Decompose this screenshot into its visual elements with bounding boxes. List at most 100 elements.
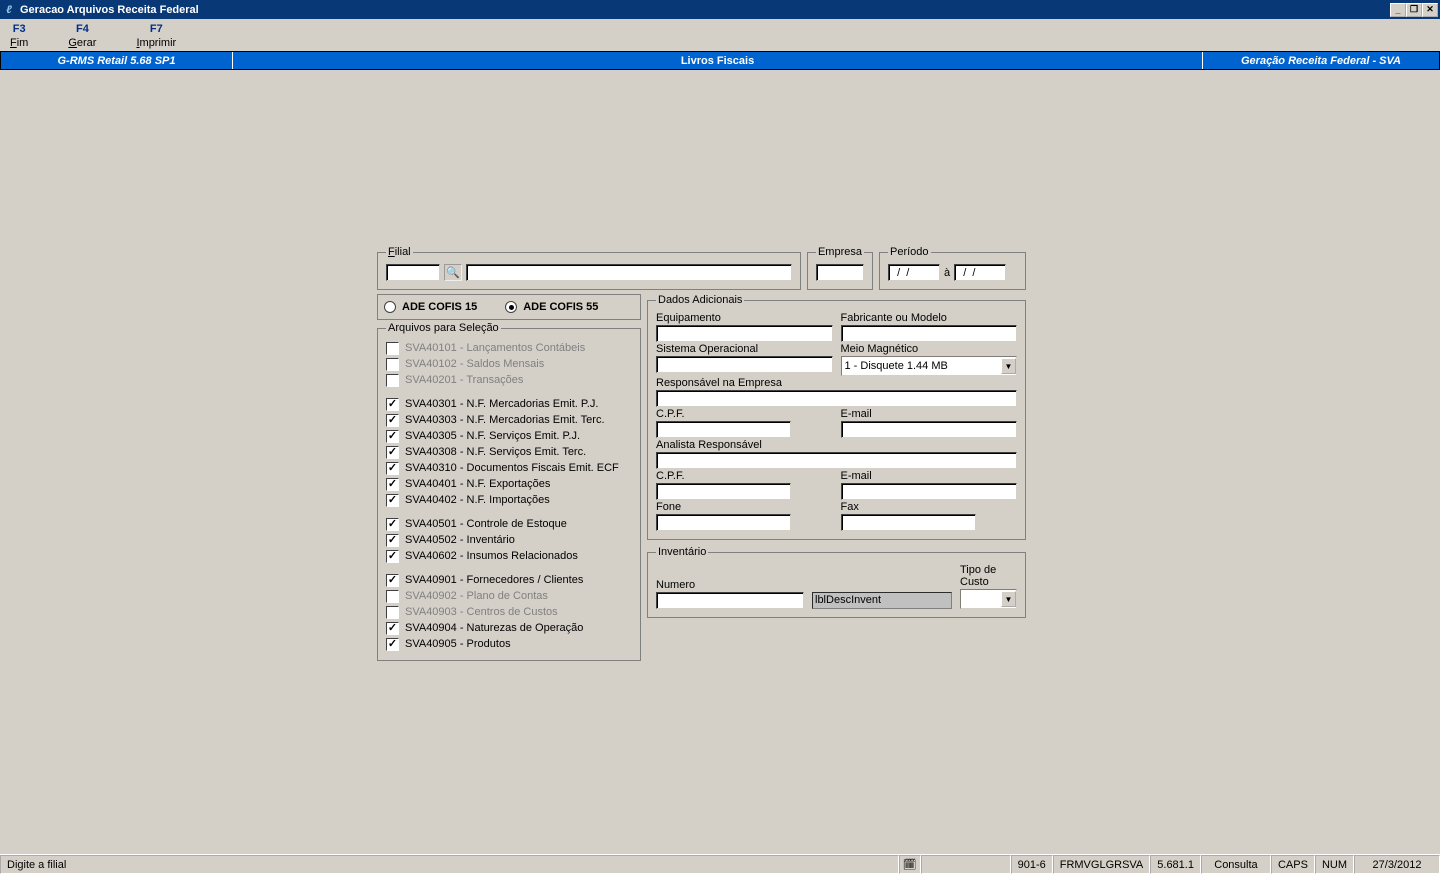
menu-fim[interactable]: F3 Fim: [10, 23, 28, 49]
check-item[interactable]: SVA40308 - N.F. Serviços Emit. Terc.: [386, 444, 632, 460]
empresa-input[interactable]: [816, 264, 864, 281]
legend-dados: Dados Adicionais: [656, 294, 744, 306]
inv-numero-input[interactable]: [656, 592, 804, 609]
check-item[interactable]: SVA40501 - Controle de Estoque: [386, 516, 632, 532]
label-email2: E-mail: [841, 470, 1018, 482]
check-label: SVA40501 - Controle de Estoque: [405, 518, 567, 530]
radio-ade-cofis-15[interactable]: ADE COFIS 15: [384, 301, 477, 313]
menu-gerar[interactable]: F4 Gerar: [68, 23, 96, 49]
fax-input[interactable]: [841, 514, 976, 531]
check-item[interactable]: SVA40310 - Documentos Fiscais Emit. ECF: [386, 460, 632, 476]
fabricante-input[interactable]: [841, 325, 1018, 342]
inv-tipo-select[interactable]: ▼: [960, 589, 1017, 609]
check-item[interactable]: SVA40904 - Naturezas de Operação: [386, 620, 632, 636]
meio-select[interactable]: 1 - Disquete 1.44 MB▼: [841, 356, 1018, 376]
checkbox-icon: [386, 494, 399, 507]
status-form: FRMVGLGRSVA: [1053, 855, 1151, 874]
filial-code-input[interactable]: [386, 264, 440, 281]
check-item[interactable]: SVA40502 - Inventário: [386, 532, 632, 548]
maximize-button[interactable]: ❐: [1406, 3, 1422, 17]
label-equipamento: Equipamento: [656, 312, 833, 324]
group-dados-adicionais: Dados Adicionais Equipamento Fabricante …: [647, 294, 1026, 540]
check-item[interactable]: SVA40301 - N.F. Mercadorias Emit. P.J.: [386, 396, 632, 412]
header-app-name: G-RMS Retail 5.68 SP1: [1, 52, 233, 69]
checkbox-icon: [386, 342, 399, 355]
checkbox-icon: [386, 606, 399, 619]
check-label: SVA40401 - N.F. Exportações: [405, 478, 550, 490]
resp-empresa-input[interactable]: [656, 390, 1017, 407]
check-item[interactable]: SVA40602 - Insumos Relacionados: [386, 548, 632, 564]
menu-imprimir[interactable]: F7 Imprimir: [136, 23, 176, 49]
legend-filial: Filial: [386, 246, 413, 258]
check-item[interactable]: SVA40901 - Fornecedores / Clientes: [386, 572, 632, 588]
label-fone: Fone: [656, 501, 791, 513]
filial-desc-input[interactable]: [466, 264, 792, 281]
checkbox-icon: [386, 430, 399, 443]
filial-search-button[interactable]: 🔍: [444, 264, 462, 281]
checkbox-icon: [386, 622, 399, 635]
group-arquivos: Arquivos para Seleção SVA40101 - Lançame…: [377, 322, 641, 661]
chevron-down-icon: ▼: [1001, 591, 1016, 607]
equipamento-input[interactable]: [656, 325, 833, 342]
check-item[interactable]: SVA40401 - N.F. Exportações: [386, 476, 632, 492]
statusbar: Digite a filial 🗓 901-6 FRMVGLGRSVA 5.68…: [0, 854, 1440, 874]
group-filial: Filial 🔍: [377, 246, 801, 290]
legend-arquivos: Arquivos para Seleção: [386, 322, 501, 334]
periodo-to-input[interactable]: [954, 264, 1006, 281]
legend-empresa: Empresa: [816, 246, 864, 258]
status-date: 27/3/2012: [1354, 855, 1440, 874]
label-so: Sistema Operacional: [656, 343, 833, 355]
window-title: Geracao Arquivos Receita Federal: [20, 4, 199, 16]
check-item: SVA40903 - Centros de Custos: [386, 604, 632, 620]
email2-input[interactable]: [841, 483, 1018, 500]
checkbox-icon: [386, 374, 399, 387]
chevron-down-icon: ▼: [1001, 358, 1016, 374]
checkbox-icon: [386, 518, 399, 531]
check-item[interactable]: SVA40305 - N.F. Serviços Emit. P.J.: [386, 428, 632, 444]
check-label: SVA40903 - Centros de Custos: [405, 606, 558, 618]
checkbox-icon: [386, 638, 399, 651]
periodo-from-input[interactable]: [888, 264, 940, 281]
check-label: SVA40201 - Transações: [405, 374, 523, 386]
check-label: SVA40502 - Inventário: [405, 534, 515, 546]
close-button[interactable]: ✕: [1422, 3, 1438, 17]
fone-input[interactable]: [656, 514, 791, 531]
group-periodo: Período à: [879, 246, 1026, 290]
check-item[interactable]: SVA40905 - Produtos: [386, 636, 632, 652]
status-blank: [921, 855, 1011, 874]
periodo-a-label: à: [944, 267, 950, 279]
checkbox-icon: [386, 534, 399, 547]
check-item[interactable]: SVA40303 - N.F. Mercadorias Emit. Terc.: [386, 412, 632, 428]
group-empresa: Empresa: [807, 246, 873, 290]
titlebar: ℓ Geracao Arquivos Receita Federal _ ❐ ✕: [0, 0, 1440, 19]
analista-input[interactable]: [656, 452, 1017, 469]
ade-cofis-radio-group: ADE COFIS 15 ADE COFIS 55: [377, 294, 641, 320]
check-label: SVA40303 - N.F. Mercadorias Emit. Terc.: [405, 414, 605, 426]
checkbox-icon: [386, 478, 399, 491]
check-item[interactable]: SVA40402 - N.F. Importações: [386, 492, 632, 508]
label-resp-empresa: Responsável na Empresa: [656, 377, 1017, 389]
minimize-button[interactable]: _: [1390, 3, 1406, 17]
cpf2-input[interactable]: [656, 483, 791, 500]
label-inv-tipo: Tipo de Custo: [960, 564, 1017, 588]
inv-desc-label: lblDescInvent: [812, 592, 952, 609]
email1-input[interactable]: [841, 421, 1018, 438]
label-cpf1: C.P.F.: [656, 408, 791, 420]
header-strip: G-RMS Retail 5.68 SP1 Livros Fiscais Ger…: [0, 51, 1440, 70]
cpf1-input[interactable]: [656, 421, 791, 438]
radio-icon: [505, 301, 517, 313]
check-label: SVA40305 - N.F. Serviços Emit. P.J.: [405, 430, 580, 442]
status-code: 901-6: [1011, 855, 1053, 874]
legend-inventario: Inventário: [656, 546, 708, 558]
check-label: SVA40101 - Lançamentos Contábeis: [405, 342, 585, 354]
so-input[interactable]: [656, 356, 833, 373]
label-cpf2: C.P.F.: [656, 470, 791, 482]
status-num: NUM: [1315, 855, 1354, 874]
check-label: SVA40301 - N.F. Mercadorias Emit. P.J.: [405, 398, 598, 410]
status-mode: Consulta: [1201, 855, 1271, 874]
checkbox-icon: [386, 590, 399, 603]
main-form-panel: Filial 🔍 Empresa Período à: [377, 246, 1026, 661]
radio-ade-cofis-55[interactable]: ADE COFIS 55: [505, 301, 598, 313]
status-hint: Digite a filial: [0, 855, 899, 874]
status-calendar-icon[interactable]: 🗓: [899, 855, 921, 874]
